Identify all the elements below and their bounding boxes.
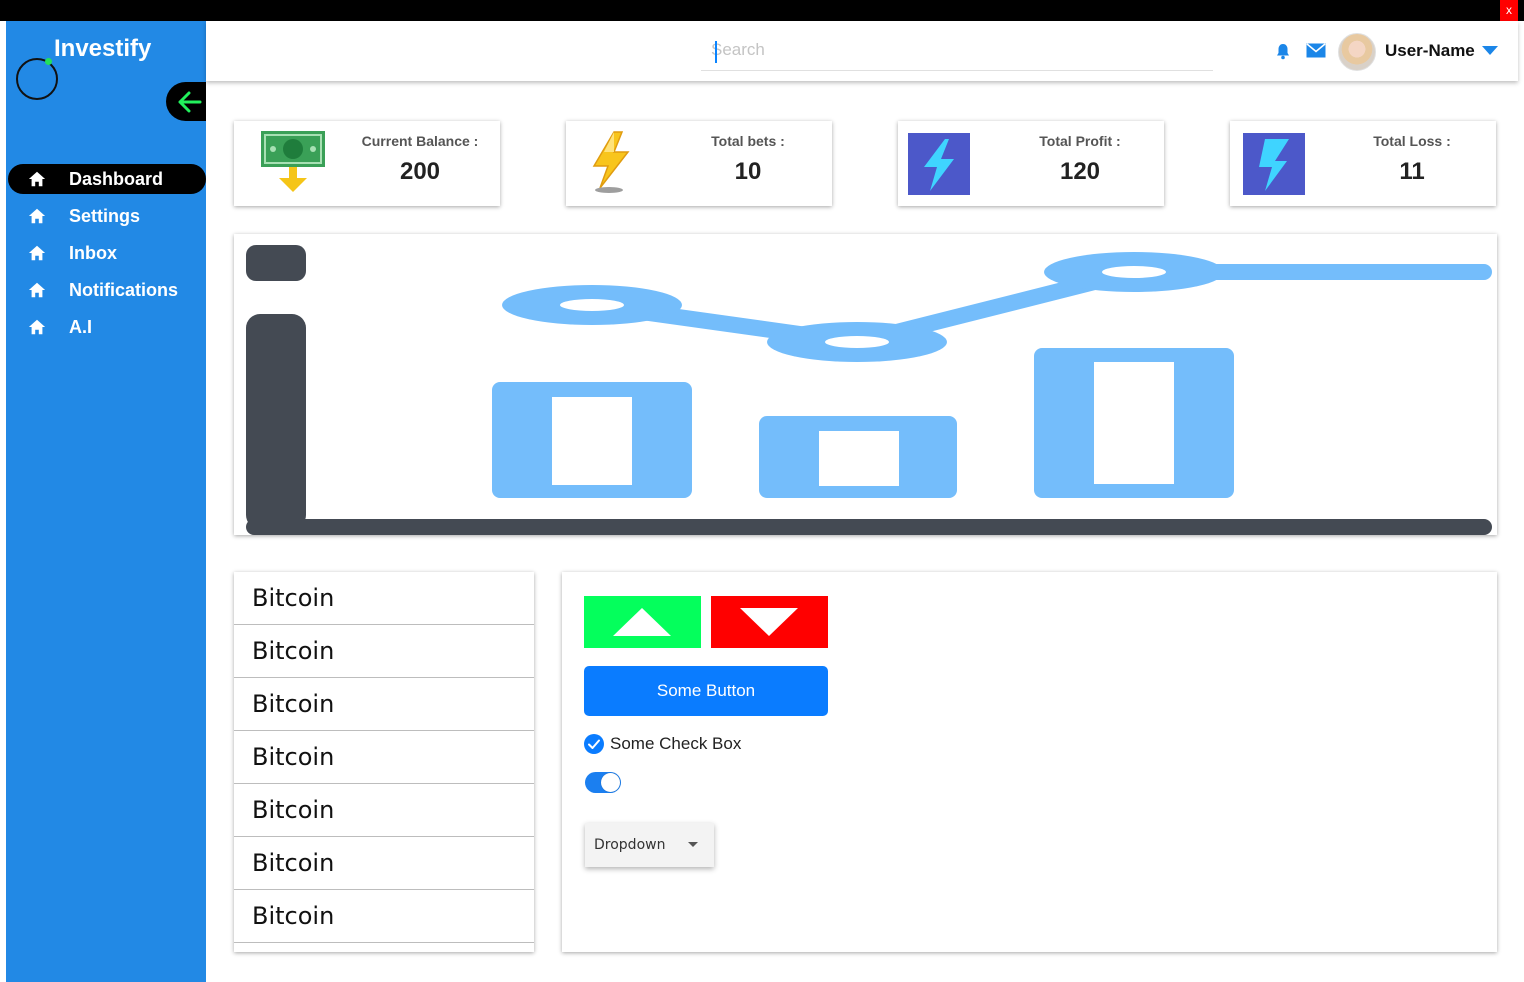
sidebar-item-label: Inbox (69, 243, 117, 263)
home-icon (28, 245, 46, 261)
stat-value: 10 (734, 158, 762, 185)
list-item-label: Bitcoin (252, 902, 335, 930)
list-item-label: Bitcoin (252, 849, 335, 877)
close-button[interactable]: x (1500, 0, 1518, 21)
logo-icon (16, 58, 58, 100)
search-input[interactable] (701, 29, 1213, 71)
window-titlebar: x (0, 0, 1524, 21)
up-button[interactable] (584, 596, 701, 648)
checkbox-label: Some Check Box (610, 734, 742, 753)
top-bar: User-Name (206, 21, 1518, 81)
lightning-icon (592, 131, 630, 193)
list-item[interactable]: Bitcoin (234, 572, 534, 625)
sidebar-nav: Dashboard Settings Inbox Notifications A… (6, 164, 206, 349)
home-icon (28, 171, 46, 187)
logo-dot (45, 58, 52, 65)
home-icon (28, 319, 46, 335)
caret-down-icon (688, 842, 698, 847)
stat-value: 200 (399, 158, 441, 185)
x-axis (246, 519, 1492, 535)
mail-icon[interactable] (1306, 43, 1326, 58)
trend-line (584, 264, 1492, 350)
list-item[interactable]: Bitcoin (234, 890, 534, 943)
some-button[interactable]: Some Button (584, 666, 828, 716)
stat-label: Current Balance : (361, 133, 479, 149)
list-item-label: Bitcoin (252, 743, 335, 771)
stat-label: Total bets : (711, 133, 785, 149)
bolt-icon (908, 133, 970, 195)
dropdown-select[interactable]: Dropdown (585, 823, 714, 867)
sidebar-item-label: Notifications (69, 280, 179, 300)
sidebar-item-dashboard[interactable]: Dashboard (8, 164, 206, 194)
home-icon (28, 282, 46, 298)
text-cursor (715, 41, 717, 63)
sidebar-item-inbox[interactable]: Inbox (8, 238, 206, 268)
sidebar: Investify Dashboard Settings Inbox Notif… (6, 21, 206, 982)
bell-icon[interactable] (1275, 43, 1291, 60)
triangle-down-icon (740, 608, 798, 636)
list-item[interactable]: Bitcoin (234, 625, 534, 678)
list-item[interactable]: Bitcoin (234, 784, 534, 837)
sidebar-item-label: Settings (69, 206, 141, 226)
stat-card-total-loss: Total Loss : 11 (1230, 121, 1496, 206)
toggle-knob (601, 773, 620, 792)
sidebar-item-settings[interactable]: Settings (8, 201, 206, 231)
toggle-switch[interactable] (585, 772, 621, 793)
stat-value: 11 (1399, 158, 1425, 185)
coin-list: Bitcoin Bitcoin Bitcoin Bitcoin Bitcoin … (234, 572, 534, 952)
arrow-left-icon (178, 91, 202, 113)
stat-card-current-balance: Current Balance : 200 (234, 121, 500, 206)
stat-label: Total Profit : (1039, 133, 1121, 149)
y-axis (246, 314, 306, 529)
list-item[interactable]: Bitcoin (234, 678, 534, 731)
triangle-up-icon (613, 608, 671, 636)
list-item[interactable]: Bitcoin (234, 731, 534, 784)
bolt-icon (1243, 133, 1305, 195)
sidebar-item-notifications[interactable]: Notifications (8, 275, 206, 305)
down-button[interactable] (711, 596, 828, 648)
money-icon (261, 131, 325, 192)
collapse-sidebar-button[interactable] (166, 82, 206, 121)
dropdown-value: Dropdown (594, 837, 666, 853)
list-item-label: Bitcoin (252, 584, 335, 612)
avatar[interactable] (1338, 33, 1376, 71)
chevron-down-icon[interactable] (1482, 46, 1498, 56)
chart-illustration (246, 245, 1492, 535)
chart-illustration-panel (234, 234, 1497, 535)
list-item-label: Bitcoin (252, 796, 335, 824)
stat-card-total-profit: Total Profit : 120 (898, 121, 1164, 206)
stat-card-total-bets: Total bets : 10 (566, 121, 832, 206)
stat-value: 120 (1059, 158, 1101, 185)
home-icon (28, 208, 46, 224)
sidebar-item-label: Dashboard (69, 169, 164, 189)
stat-label: Total Loss : (1373, 133, 1451, 149)
sidebar-item-label: A.I (69, 317, 93, 337)
axis-cap (246, 245, 306, 281)
list-item-label: Bitcoin (252, 637, 335, 665)
checkbox[interactable] (584, 734, 604, 754)
controls-panel: Some Button Some Check Box Dropdown (562, 572, 1497, 952)
brand-name: Investify (54, 35, 152, 62)
username-label[interactable]: User-Name (1385, 41, 1475, 61)
list-item-label: Bitcoin (252, 690, 335, 718)
list-item[interactable]: Bitcoin (234, 837, 534, 890)
sidebar-item-ai[interactable]: A.I (8, 312, 206, 342)
